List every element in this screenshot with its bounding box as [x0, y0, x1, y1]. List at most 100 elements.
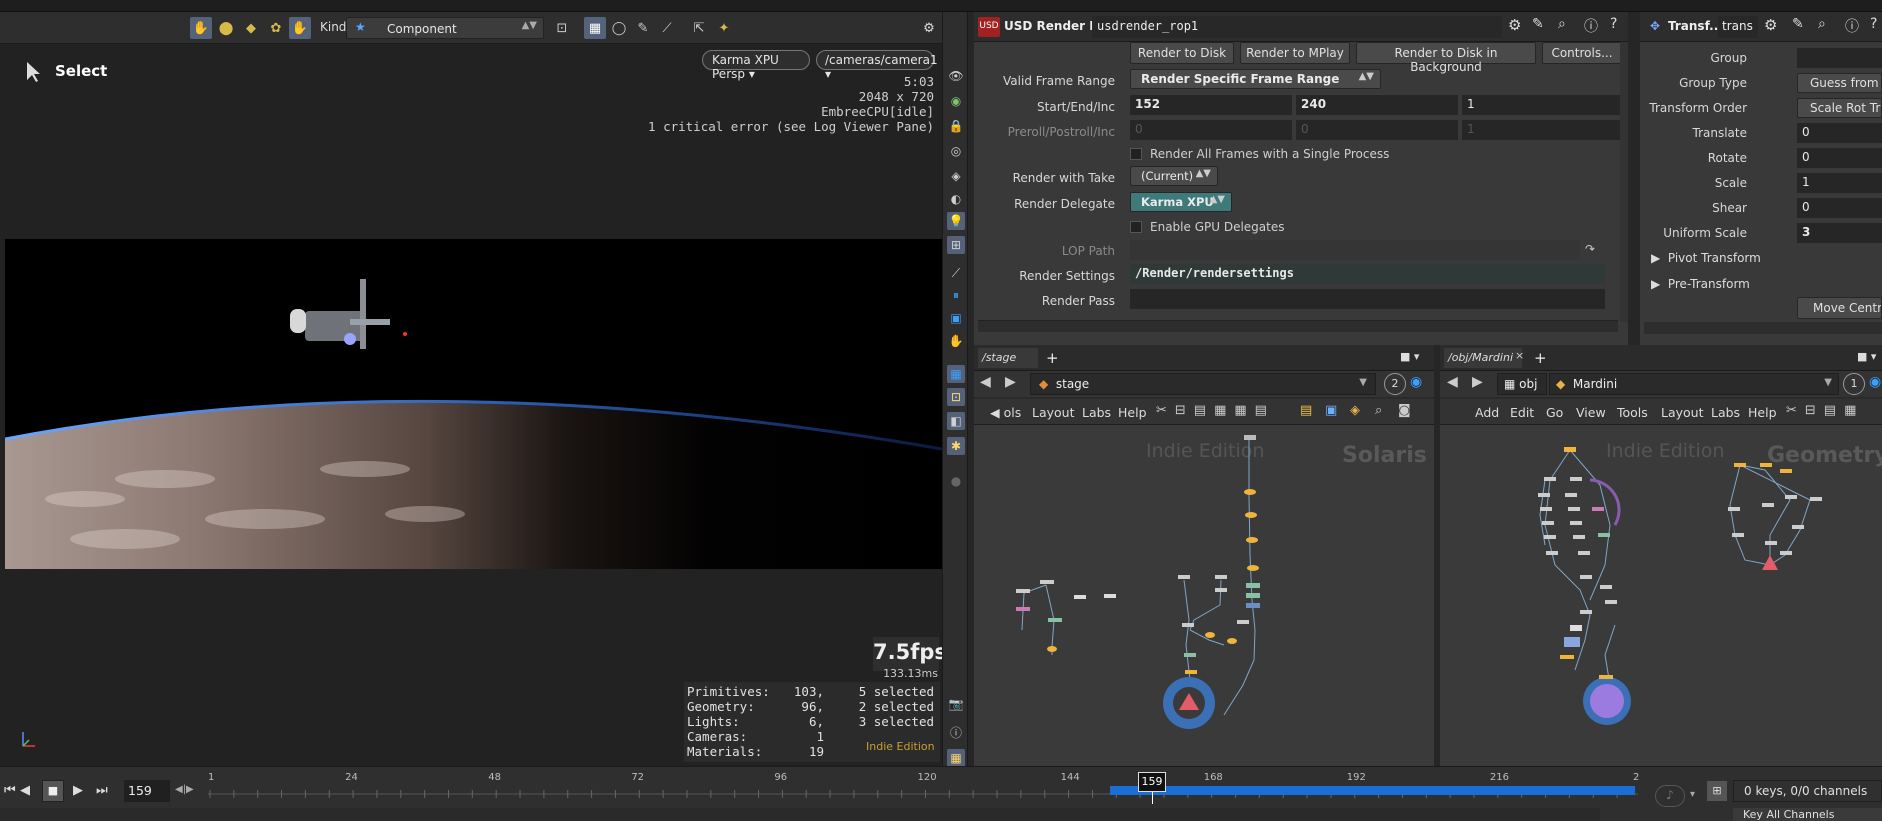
jump-start-icon[interactable]: ⏮ [4, 783, 16, 798]
transform-param-field[interactable]: 0 [1797, 123, 1882, 143]
render-region-icon[interactable]: ▦ [947, 365, 965, 383]
gear-icon[interactable]: ⚙ [1508, 16, 1521, 34]
end-frame-field[interactable]: 240 [1296, 95, 1458, 115]
controls-button[interactable]: Controls... [1542, 42, 1622, 64]
select-leaf-icon[interactable]: ◆ [240, 17, 262, 39]
camera-menu[interactable]: Karma XPU Persp ▾ [702, 50, 810, 81]
info-icon[interactable]: ⓘ [947, 723, 965, 741]
take-menu[interactable]: (Current) ▲▼ [1130, 166, 1218, 186]
link-icon[interactable]: ◉ [1410, 374, 1422, 390]
search-icon[interactable]: ⌕ [1818, 16, 1826, 32]
brush-icon[interactable]: ✎ [632, 17, 654, 39]
forward-icon[interactable]: ▶ [1472, 374, 1483, 390]
transform-param-menu[interactable]: Scale Rot Tra [1797, 98, 1882, 118]
current-frame-marker[interactable]: 159 [1138, 772, 1167, 792]
visibility-select-icon[interactable]: ✦ [713, 17, 735, 39]
render-pass-field[interactable] [1130, 289, 1605, 309]
transform-param-field[interactable]: 0 [1797, 198, 1882, 218]
gear-icon[interactable]: ⚙ [918, 17, 940, 39]
play-icon[interactable]: ▶ [73, 783, 83, 798]
menu-help[interactable]: Help [1748, 405, 1777, 420]
obj-path-node[interactable]: ◆ Mardini ▼ [1549, 373, 1839, 395]
menu-layout[interactable]: Layout [1661, 405, 1704, 420]
render-settings-field[interactable]: /Render/rendersettings [1130, 264, 1605, 284]
jump-icon[interactable]: ↷ [1585, 242, 1595, 256]
stop-button[interactable]: ■ [42, 780, 64, 802]
move-centroid-button[interactable]: Move Centro [1797, 297, 1882, 319]
snap-icon[interactable]: ◎ [947, 142, 965, 160]
select-prims-icon[interactable]: ⬤ [215, 17, 237, 39]
dropdown-icon[interactable]: ▾ [1690, 789, 1695, 800]
snapshot-icon[interactable]: ◙ [1398, 403, 1411, 418]
forward-icon[interactable]: ▶ [1005, 374, 1016, 390]
help-icon[interactable]: ? [1610, 16, 1617, 32]
info-icon[interactable]: ⓘ [1584, 16, 1598, 36]
current-frame-field[interactable]: 159 [124, 780, 170, 802]
keyframe-icon[interactable]: ⊞ [1707, 781, 1727, 801]
stage-path-field[interactable]: ◆ stage ▼ [1030, 373, 1376, 395]
transform-node-name[interactable]: trans [1718, 16, 1758, 38]
obj-path-root[interactable]: ▦ obj [1497, 373, 1547, 395]
select-kind-icon[interactable]: ✋ [289, 17, 311, 39]
jump-end-icon[interactable]: ⏭ [96, 783, 108, 798]
secure-select-icon[interactable]: ⇱ [688, 17, 710, 39]
light-icon[interactable]: 💡 [947, 212, 965, 230]
gpu-delegates-checkbox[interactable] [1130, 221, 1142, 233]
transform-param-field[interactable]: 3 [1797, 223, 1882, 243]
menu-labs[interactable]: Labs [1082, 405, 1111, 420]
stage-pin-badge[interactable]: 2 [1384, 373, 1406, 395]
start-frame-field[interactable]: 152 [1130, 95, 1292, 115]
pivot-folder[interactable]: ▶ Pivot Transform [1651, 251, 1761, 265]
network-tools-icons[interactable]: ✂⊟▤▦ [1786, 403, 1864, 418]
transform-param-menu[interactable]: Guess from G [1797, 73, 1882, 93]
valid-frame-range-menu[interactable]: Render Specific Frame Range ▲▼ [1130, 69, 1381, 89]
transform-hscroll[interactable] [1644, 322, 1882, 334]
sticky-note-icon[interactable]: ▤ [1300, 403, 1312, 418]
menu-add[interactable]: Add [1475, 405, 1499, 420]
render-to-mplay-button[interactable]: Render to MPlay [1240, 42, 1350, 64]
delegate-menu[interactable]: Karma XPU ▲▼ [1130, 192, 1232, 212]
node-name-field[interactable]: usdrender_rop1 [1092, 16, 1502, 38]
menu-view[interactable]: View [1576, 405, 1606, 420]
param-splitter[interactable] [1628, 12, 1640, 345]
pick-icon[interactable]: ⊡ [551, 17, 573, 39]
menu-help[interactable]: Help [1118, 405, 1147, 420]
box-select-icon[interactable]: ▦ [584, 17, 606, 39]
render-background-button[interactable]: Render to Disk in Background [1356, 42, 1536, 74]
menu-go[interactable]: Go [1546, 405, 1563, 420]
transform-param-field[interactable]: 0 [1797, 148, 1882, 168]
transform-param-field[interactable] [1797, 48, 1882, 68]
add-tab-icon[interactable]: + [1046, 349, 1059, 367]
zoom-icon[interactable]: ⌕ [1375, 403, 1382, 418]
wrench-icon[interactable]: ✎ [1792, 16, 1804, 32]
hand-icon[interactable]: ✋ [947, 332, 965, 350]
info-icon[interactable]: ⓘ [1845, 16, 1859, 36]
select-mode-icon[interactable]: ✋ [190, 17, 212, 39]
menu-tools[interactable]: ◀ ols [990, 405, 1021, 420]
screenshot-icon[interactable]: 📷 [947, 695, 965, 713]
render-snapshot-icon[interactable]: ⊡ [947, 388, 965, 406]
kind-select[interactable]: ★ Component ▲▼ [346, 17, 544, 39]
menu-tools[interactable]: Tools [1617, 405, 1648, 420]
frame-step-icon[interactable]: ◀|▶ [175, 784, 194, 795]
obj-tab[interactable]: /obj/Mardini [1444, 348, 1522, 368]
key-all-channels-button[interactable]: Key All Channels [1733, 808, 1882, 821]
laser-icon[interactable]: ⟋ [656, 17, 678, 39]
obj-pin-badge[interactable]: 1 [1843, 373, 1865, 395]
network-splitter[interactable] [1434, 345, 1440, 766]
audio-icon[interactable]: ♪ [1655, 785, 1685, 807]
inc-field[interactable]: 1 [1462, 95, 1620, 115]
menu-layout[interactable]: Layout [1032, 405, 1075, 420]
pretransform-folder[interactable]: ▶ Pre-Transform [1651, 277, 1750, 291]
step-back-icon[interactable]: ◀ [20, 783, 30, 798]
camera-icon[interactable]: ▣ [947, 309, 965, 327]
parameter-hscroll[interactable] [978, 320, 1618, 332]
render-stats-icon[interactable]: ◧ [947, 412, 965, 430]
record-icon[interactable]: ● [947, 472, 965, 490]
help-icon[interactable]: ? [1870, 16, 1877, 32]
network-tools-icons[interactable]: ✂⊟▤▦▦▤ [1156, 403, 1275, 418]
vertical-splitter[interactable] [968, 12, 974, 766]
close-tab-icon[interactable]: × [1515, 349, 1524, 362]
wrench-icon[interactable]: ✎ [1532, 16, 1544, 32]
back-icon[interactable]: ◀ [980, 374, 991, 390]
